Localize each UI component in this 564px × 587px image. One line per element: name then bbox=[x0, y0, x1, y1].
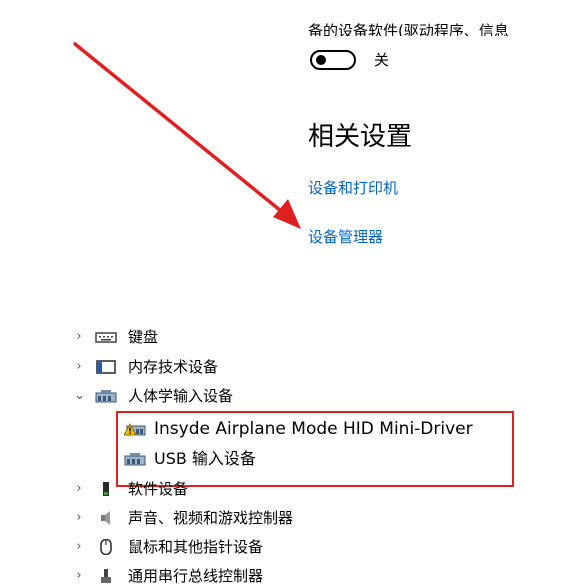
mouse-icon bbox=[100, 539, 112, 555]
hid-icon bbox=[95, 390, 117, 403]
speaker-icon bbox=[101, 511, 110, 525]
chevron-right-icon[interactable]: › bbox=[74, 507, 84, 529]
software-device-icon bbox=[103, 482, 109, 496]
chevron-right-icon[interactable]: › bbox=[74, 356, 84, 378]
annotation-arrow bbox=[73, 42, 301, 229]
device-manager-link[interactable]: 设备管理器 bbox=[308, 227, 383, 247]
devices-and-printers-link[interactable]: 设备和打印机 bbox=[308, 178, 398, 198]
chevron-right-icon[interactable]: › bbox=[74, 478, 84, 500]
tree-item-label: 通用串行总线控制器 bbox=[128, 567, 264, 585]
keyboard-icon bbox=[95, 332, 117, 343]
chevron-right-icon[interactable]: › bbox=[74, 565, 84, 587]
tree-item-label: 内存技术设备 bbox=[128, 358, 219, 376]
toggle-state-label: 关 bbox=[374, 51, 390, 69]
memory-device-icon bbox=[96, 360, 116, 374]
usb-icon bbox=[101, 569, 111, 583]
driver-description-text: 备的设备软件(驱动程序、信息 bbox=[308, 22, 509, 36]
highlight-box bbox=[116, 411, 514, 487]
chevron-right-icon[interactable]: › bbox=[74, 536, 84, 558]
tree-item-label: 声音、视频和游戏控制器 bbox=[128, 509, 294, 527]
driver-download-toggle[interactable] bbox=[310, 50, 356, 70]
tree-item-label: 人体学输入设备 bbox=[128, 387, 234, 405]
tree-item-label: 键盘 bbox=[128, 328, 159, 346]
related-settings-title: 相关设置 bbox=[308, 122, 413, 152]
chevron-right-icon[interactable]: › bbox=[74, 326, 84, 348]
tree-item-label: 软件设备 bbox=[128, 480, 189, 498]
chevron-down-icon[interactable]: ⌄ bbox=[74, 385, 85, 407]
toggle-knob bbox=[316, 55, 326, 65]
tree-item-label: 鼠标和其他指针设备 bbox=[128, 538, 264, 556]
